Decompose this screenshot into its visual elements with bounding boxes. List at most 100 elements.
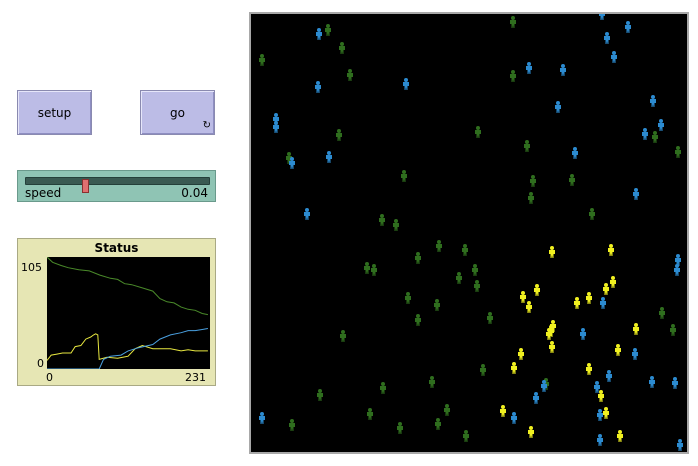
person-turtle-healthy bbox=[658, 119, 664, 131]
person-turtle-sick bbox=[463, 430, 469, 442]
person-turtle-sick bbox=[569, 174, 575, 186]
person-turtle-sick bbox=[415, 314, 421, 326]
person-turtle-healthy bbox=[677, 439, 683, 451]
plot-x-min: 0 bbox=[46, 371, 53, 384]
world-canvas bbox=[259, 8, 683, 451]
person-turtle-sick bbox=[371, 264, 377, 276]
person-turtle-sick bbox=[528, 192, 534, 204]
person-turtle-sick bbox=[336, 129, 342, 141]
person-turtle-sick bbox=[325, 24, 331, 36]
person-turtle-healthy bbox=[650, 95, 656, 107]
status-plot: Status 105 0 0 231 bbox=[17, 238, 216, 386]
person-turtle-healthy bbox=[632, 348, 638, 360]
person-turtle-healthy bbox=[533, 392, 539, 404]
slider-name: speed bbox=[25, 186, 62, 200]
plot-y-min: 0 bbox=[37, 357, 44, 370]
person-turtle-sick bbox=[340, 330, 346, 342]
slider-thumb[interactable] bbox=[82, 179, 89, 193]
setup-button[interactable]: setup bbox=[17, 90, 92, 135]
person-turtle-sick bbox=[393, 219, 399, 231]
person-turtle-sick bbox=[480, 364, 486, 376]
person-turtle-sick bbox=[474, 280, 480, 292]
person-turtle-sick bbox=[659, 307, 665, 319]
person-turtle-immune bbox=[520, 291, 526, 303]
person-turtle-immune bbox=[615, 344, 621, 356]
person-turtle-immune bbox=[617, 430, 623, 442]
person-turtle-immune bbox=[518, 348, 524, 360]
person-turtle-healthy bbox=[600, 297, 606, 309]
setup-button-label: setup bbox=[37, 105, 72, 120]
person-turtle-healthy bbox=[642, 128, 648, 140]
person-turtle-sick bbox=[401, 170, 407, 182]
person-turtle-immune bbox=[633, 323, 639, 335]
person-turtle-sick bbox=[652, 131, 658, 143]
person-turtle-healthy bbox=[594, 381, 600, 393]
person-turtle-sick bbox=[434, 299, 440, 311]
forever-icon: ↻ bbox=[202, 120, 211, 131]
person-turtle-healthy bbox=[672, 377, 678, 389]
person-turtle-immune bbox=[610, 276, 616, 288]
person-turtle-sick bbox=[589, 208, 595, 220]
person-turtle-healthy bbox=[606, 370, 612, 382]
person-turtle-immune bbox=[603, 407, 609, 419]
person-turtle-healthy bbox=[599, 8, 605, 20]
go-button[interactable]: go ↻ bbox=[140, 90, 215, 135]
person-turtle-healthy bbox=[403, 78, 409, 90]
speed-slider[interactable]: speed 0.04 bbox=[17, 170, 216, 202]
person-turtle-healthy bbox=[580, 328, 586, 340]
person-turtle-healthy bbox=[604, 32, 610, 44]
person-turtle-sick bbox=[435, 418, 441, 430]
person-turtle-healthy bbox=[611, 51, 617, 63]
plot-canvas bbox=[46, 256, 208, 370]
world-view[interactable] bbox=[249, 8, 689, 454]
person-turtle-sick bbox=[405, 292, 411, 304]
plot-y-max: 105 bbox=[21, 261, 42, 274]
person-turtle-sick bbox=[675, 146, 681, 158]
person-turtle-sick bbox=[347, 69, 353, 81]
person-turtle-healthy bbox=[316, 28, 322, 40]
person-turtle-healthy bbox=[572, 147, 578, 159]
plot-series-line-1 bbox=[46, 256, 208, 316]
person-turtle-healthy bbox=[675, 254, 681, 266]
person-turtle-immune bbox=[574, 297, 580, 309]
person-turtle-sick bbox=[415, 252, 421, 264]
person-turtle-sick bbox=[487, 312, 493, 324]
person-turtle-sick bbox=[289, 419, 295, 431]
person-turtle-sick bbox=[339, 42, 345, 54]
person-turtle-healthy bbox=[597, 409, 603, 421]
person-turtle-sick bbox=[397, 422, 403, 434]
person-turtle-immune bbox=[586, 292, 592, 304]
person-turtle-healthy bbox=[649, 376, 655, 388]
person-turtle-immune bbox=[549, 341, 555, 353]
person-turtle-immune bbox=[526, 301, 532, 313]
person-turtle-immune bbox=[608, 244, 614, 256]
person-turtle-sick bbox=[462, 244, 468, 256]
person-turtle-immune bbox=[603, 283, 609, 295]
person-turtle-immune bbox=[534, 284, 540, 296]
person-turtle-healthy bbox=[633, 188, 639, 200]
person-turtle-healthy bbox=[511, 412, 517, 424]
person-turtle-sick bbox=[367, 408, 373, 420]
slider-track[interactable] bbox=[25, 177, 210, 193]
person-turtle-sick bbox=[259, 54, 265, 66]
person-turtle-immune bbox=[511, 362, 517, 374]
person-turtle-sick bbox=[472, 264, 478, 276]
person-turtle-healthy bbox=[560, 64, 566, 76]
person-turtle-healthy bbox=[597, 434, 603, 446]
person-turtle-healthy bbox=[625, 21, 631, 33]
person-turtle-healthy bbox=[304, 208, 310, 220]
go-button-label: go bbox=[170, 105, 185, 120]
person-turtle-sick bbox=[510, 70, 516, 82]
slider-value: 0.04 bbox=[181, 186, 208, 200]
person-turtle-immune bbox=[549, 246, 555, 258]
person-turtle-sick bbox=[524, 140, 530, 152]
person-turtle-sick bbox=[379, 214, 385, 226]
plot-series-line-2 bbox=[46, 333, 208, 361]
plot-x-max: 231 bbox=[185, 371, 206, 384]
person-turtle-sick bbox=[429, 376, 435, 388]
person-turtle-immune bbox=[598, 390, 604, 402]
plot-title: Status bbox=[94, 241, 139, 255]
person-turtle-sick bbox=[456, 272, 462, 284]
person-turtle-immune bbox=[500, 405, 506, 417]
person-turtle-healthy bbox=[273, 121, 279, 133]
